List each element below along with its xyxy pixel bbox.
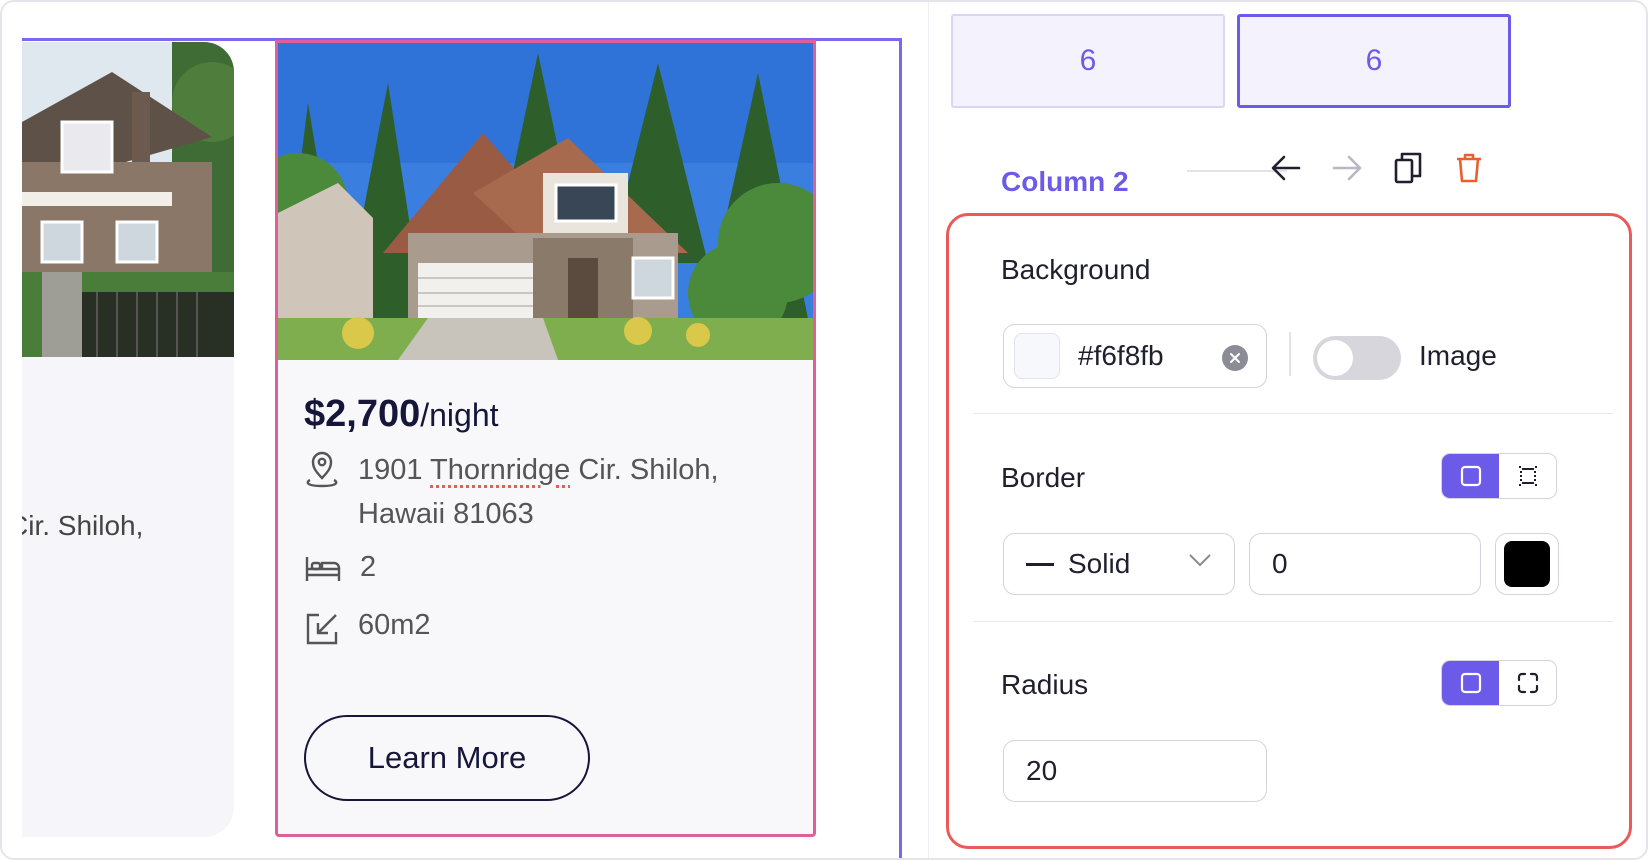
location-pin-icon [306, 451, 338, 488]
house-photo [278, 43, 813, 360]
bedrooms-row: 2 [304, 551, 376, 585]
move-right-button[interactable] [1329, 150, 1365, 186]
resize-icon [306, 613, 338, 645]
border-color-picker[interactable] [1495, 533, 1559, 595]
clear-icon[interactable] [1222, 345, 1248, 371]
left-card-address: Cir. Shiloh, [22, 510, 144, 541]
background-color-swatch[interactable] [1014, 333, 1060, 379]
bedrooms-value: 2 [360, 551, 377, 583]
border-style-select[interactable]: Solid [1003, 533, 1235, 595]
address: 1901 Thornridge Cir. Shiloh, Hawaii 8106… [358, 448, 719, 536]
radius-individual-icon[interactable] [1499, 661, 1556, 705]
border-width-input[interactable]: 0 [1249, 533, 1481, 595]
duplicate-icon [1394, 152, 1422, 184]
arrow-right-icon [1332, 155, 1362, 181]
bed-icon [305, 557, 341, 581]
border-style-value: Solid [1068, 548, 1131, 579]
column-title: Column 2 [1001, 166, 1129, 197]
border-color-swatch [1504, 541, 1550, 587]
radius-mode-toggle [1441, 660, 1557, 706]
background-color-input[interactable]: #f6f8fb [1003, 324, 1267, 388]
delete-button[interactable] [1451, 150, 1487, 186]
address-line-1: 1901 Thornridge Cir. Shiloh, [358, 454, 719, 486]
column-1-width-box[interactable]: 6 [951, 14, 1225, 108]
border-individual-icon[interactable] [1499, 454, 1556, 498]
style-settings-group: Background #f6f8fb Image Border Solid 0 … [946, 213, 1632, 849]
border-label: Border [1001, 462, 1086, 493]
move-left-button[interactable] [1268, 150, 1304, 186]
radius-label: Radius [1001, 669, 1089, 700]
property-card-selected[interactable]: $2,700/night 1901 Thornridge Cir. Shiloh… [275, 40, 816, 837]
area-row: 60m2 [304, 609, 431, 647]
app-frame: Cir. Shiloh, [0, 0, 1648, 860]
border-mode-toggle [1441, 453, 1557, 499]
section-separator [973, 413, 1613, 414]
image-toggle-label: Image [1419, 340, 1497, 371]
background-color-value: #f6f8fb [1078, 340, 1164, 371]
background-label: Background [1001, 254, 1151, 285]
image-toggle[interactable] [1313, 336, 1401, 380]
editor-canvas: Cir. Shiloh, [2, 2, 928, 858]
property-card-left[interactable]: Cir. Shiloh, [22, 42, 234, 837]
trash-icon [1457, 153, 1481, 183]
background-divider [1289, 332, 1291, 376]
section-separator [973, 621, 1613, 622]
border-all-icon[interactable] [1442, 454, 1499, 498]
area-value: 60m2 [358, 609, 431, 641]
address-line-2: Hawaii 81063 [358, 498, 534, 530]
radius-input[interactable]: 20 [1003, 740, 1267, 802]
column-2-width-box[interactable]: 6 [1237, 14, 1511, 108]
price: $2,700/night [304, 393, 499, 435]
arrow-left-icon [1271, 155, 1301, 181]
solid-line-icon [1026, 562, 1054, 566]
learn-more-button[interactable]: Learn More [304, 715, 590, 801]
duplicate-button[interactable] [1390, 150, 1426, 186]
radius-all-icon[interactable] [1442, 661, 1499, 705]
address-row: 1901 Thornridge Cir. Shiloh, Hawaii 8106… [304, 448, 719, 536]
house-photo-left [22, 42, 234, 357]
chevron-down-icon [1189, 554, 1211, 567]
